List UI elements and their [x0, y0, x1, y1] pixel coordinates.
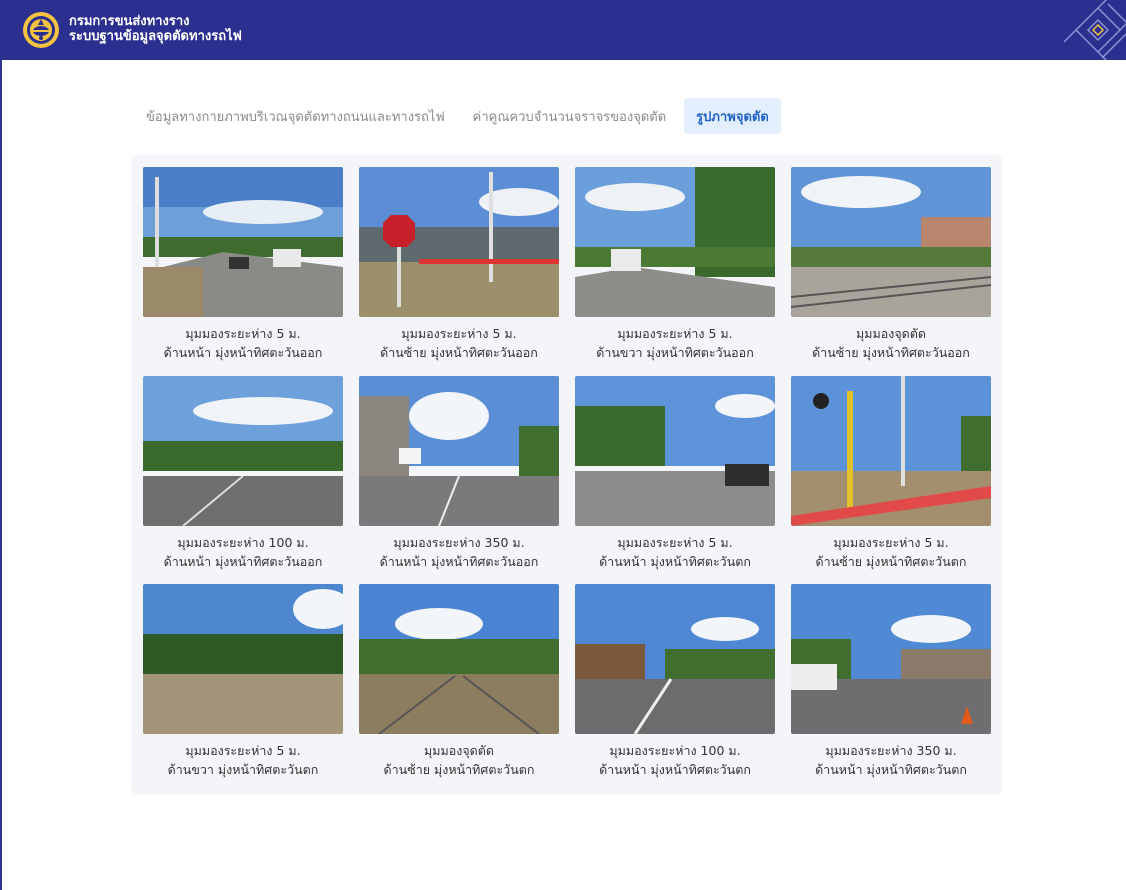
tab-crossing-photos[interactable]: รูปภาพจุดตัด [684, 98, 781, 134]
caption-direction: ด้านซ้าย มุ่งหน้าทิศตะวันตก [815, 554, 967, 569]
photo-card[interactable]: มุมมองระยะห่าง 350 ม. ด้านหน้า มุ่งหน้าท… [359, 376, 559, 571]
photo-caption: มุมมองระยะห่าง 5 ม. ด้านขวา มุ่งหน้าทิศต… [565, 324, 785, 362]
caption-direction: ด้านขวา มุ่งหน้าทิศตะวันออก [596, 345, 754, 360]
caption-distance: มุมมองจุดตัด [423, 743, 494, 758]
photo-card[interactable]: มุมมองระยะห่าง 100 ม. ด้านหน้า มุ่งหน้าท… [143, 376, 343, 571]
caption-direction: ด้านหน้า มุ่งหน้าทิศตะวันตก [815, 762, 967, 777]
caption-distance: มุมมองระยะห่าง 5 ม. [833, 535, 949, 550]
tab-bar: ข้อมูลทางกายภาพบริเวณจุดตัดทางถนนและทางร… [136, 98, 781, 134]
crossing-photo[interactable] [575, 376, 775, 526]
photo-card[interactable]: มุมมองระยะห่าง 5 ม. ด้านขวา มุ่งหน้าทิศต… [143, 584, 343, 779]
photo-card[interactable]: มุมมองจุดตัด ด้านซ้าย มุ่งหน้าทิศตะวันออ… [791, 167, 991, 362]
caption-direction: ด้านหน้า มุ่งหน้าทิศตะวันออก [163, 554, 323, 569]
crossing-photo[interactable] [575, 584, 775, 734]
crossing-photo[interactable] [143, 584, 343, 734]
photo-caption: มุมมองระยะห่าง 5 ม. ด้านซ้าย มุ่งหน้าทิศ… [781, 533, 1001, 571]
crossing-photo[interactable] [791, 584, 991, 734]
photo-caption: มุมมองจุดตัด ด้านซ้าย มุ่งหน้าทิศตะวันออ… [781, 324, 1001, 362]
crossing-photo[interactable] [143, 167, 343, 317]
photo-card[interactable]: มุมมองระยะห่าง 5 ม. ด้านหน้า มุ่งหน้าทิศ… [143, 167, 343, 362]
caption-distance: มุมมองจุดตัด [855, 326, 926, 341]
photo-caption: มุมมองระยะห่าง 350 ม. ด้านหน้า มุ่งหน้าท… [781, 741, 1001, 779]
caption-direction: ด้านขวา มุ่งหน้าทิศตะวันตก [167, 762, 319, 777]
org-name: กรมการขนส่งทางราง [69, 14, 190, 29]
photo-card[interactable]: มุมมองระยะห่าง 5 ม. ด้านขวา มุ่งหน้าทิศต… [575, 167, 775, 362]
caption-distance: มุมมองระยะห่าง 350 ม. [393, 535, 525, 550]
crossing-photo[interactable] [575, 167, 775, 317]
photo-card[interactable]: มุมมองระยะห่าง 5 ม. ด้านซ้าย มุ่งหน้าทิศ… [791, 376, 991, 571]
photo-card[interactable]: มุมมองระยะห่าง 350 ม. ด้านหน้า มุ่งหน้าท… [791, 584, 991, 779]
photo-card[interactable]: มุมมองระยะห่าง 100 ม. ด้านหน้า มุ่งหน้าท… [575, 584, 775, 779]
brand: กรมการขนส่งทางราง ระบบฐานข้อมูลจุดตัดทาง… [69, 14, 242, 45]
caption-direction: ด้านหน้า มุ่งหน้าทิศตะวันออก [379, 554, 539, 569]
crossing-photo[interactable] [791, 167, 991, 317]
photo-card[interactable]: มุมมองจุดตัด ด้านซ้าย มุ่งหน้าทิศตะวันตก [359, 584, 559, 779]
photo-caption: มุมมองระยะห่าง 5 ม. ด้านหน้า มุ่งหน้าทิศ… [565, 533, 785, 571]
caption-distance: มุมมองระยะห่าง 5 ม. [185, 326, 301, 341]
photo-card[interactable]: มุมมองระยะห่าง 5 ม. ด้านหน้า มุ่งหน้าทิศ… [575, 376, 775, 571]
caption-distance: มุมมองระยะห่าง 5 ม. [617, 326, 733, 341]
crossing-photo[interactable] [791, 376, 991, 526]
photo-caption: มุมมองระยะห่าง 100 ม. ด้านหน้า มุ่งหน้าท… [133, 533, 353, 571]
caption-direction: ด้านหน้า มุ่งหน้าทิศตะวันตก [599, 762, 751, 777]
caption-distance: มุมมองระยะห่าง 350 ม. [825, 743, 957, 758]
caption-distance: มุมมองระยะห่าง 5 ม. [617, 535, 733, 550]
caption-distance: มุมมองระยะห่าง 5 ม. [185, 743, 301, 758]
department-emblem-icon[interactable] [22, 11, 60, 49]
caption-direction: ด้านซ้าย มุ่งหน้าทิศตะวันออก [380, 345, 538, 360]
photo-card[interactable]: มุมมองระยะห่าง 5 ม. ด้านซ้าย มุ่งหน้าทิศ… [359, 167, 559, 362]
caption-direction: ด้านซ้าย มุ่งหน้าทิศตะวันออก [812, 345, 970, 360]
photo-caption: มุมมองจุดตัด ด้านซ้าย มุ่งหน้าทิศตะวันตก [349, 741, 569, 779]
caption-direction: ด้านซ้าย มุ่งหน้าทิศตะวันตก [383, 762, 535, 777]
crossing-photo[interactable] [359, 584, 559, 734]
crossing-photo[interactable] [143, 376, 343, 526]
system-name: ระบบฐานข้อมูลจุดตัดทางรถไฟ [69, 29, 242, 44]
caption-direction: ด้านหน้า มุ่งหน้าทิศตะวันตก [599, 554, 751, 569]
tab-traffic-factor[interactable]: ค่าคูณควบจำนวนจราจรของจุดตัด [463, 98, 676, 134]
caption-direction: ด้านหน้า มุ่งหน้าทิศตะวันออก [163, 345, 323, 360]
caption-distance: มุมมองระยะห่าง 5 ม. [401, 326, 517, 341]
crossing-photo[interactable] [359, 376, 559, 526]
photo-caption: มุมมองระยะห่าง 5 ม. ด้านซ้าย มุ่งหน้าทิศ… [349, 324, 569, 362]
photo-caption: มุมมองระยะห่าง 350 ม. ด้านหน้า มุ่งหน้าท… [349, 533, 569, 571]
caption-distance: มุมมองระยะห่าง 100 ม. [177, 535, 309, 550]
header-pattern-icon [1063, 0, 1126, 60]
photo-gallery: มุมมองระยะห่าง 5 ม. ด้านหน้า มุ่งหน้าทิศ… [131, 155, 1002, 795]
photo-caption: มุมมองระยะห่าง 5 ม. ด้านขวา มุ่งหน้าทิศต… [133, 741, 353, 779]
photo-caption: มุมมองระยะห่าง 100 ม. ด้านหน้า มุ่งหน้าท… [565, 741, 785, 779]
app-header: กรมการขนส่งทางราง ระบบฐานข้อมูลจุดตัดทาง… [0, 0, 1126, 60]
caption-distance: มุมมองระยะห่าง 100 ม. [609, 743, 741, 758]
crossing-photo[interactable] [359, 167, 559, 317]
tab-physical-info[interactable]: ข้อมูลทางกายภาพบริเวณจุดตัดทางถนนและทางร… [136, 98, 455, 134]
photo-caption: มุมมองระยะห่าง 5 ม. ด้านหน้า มุ่งหน้าทิศ… [133, 324, 353, 362]
